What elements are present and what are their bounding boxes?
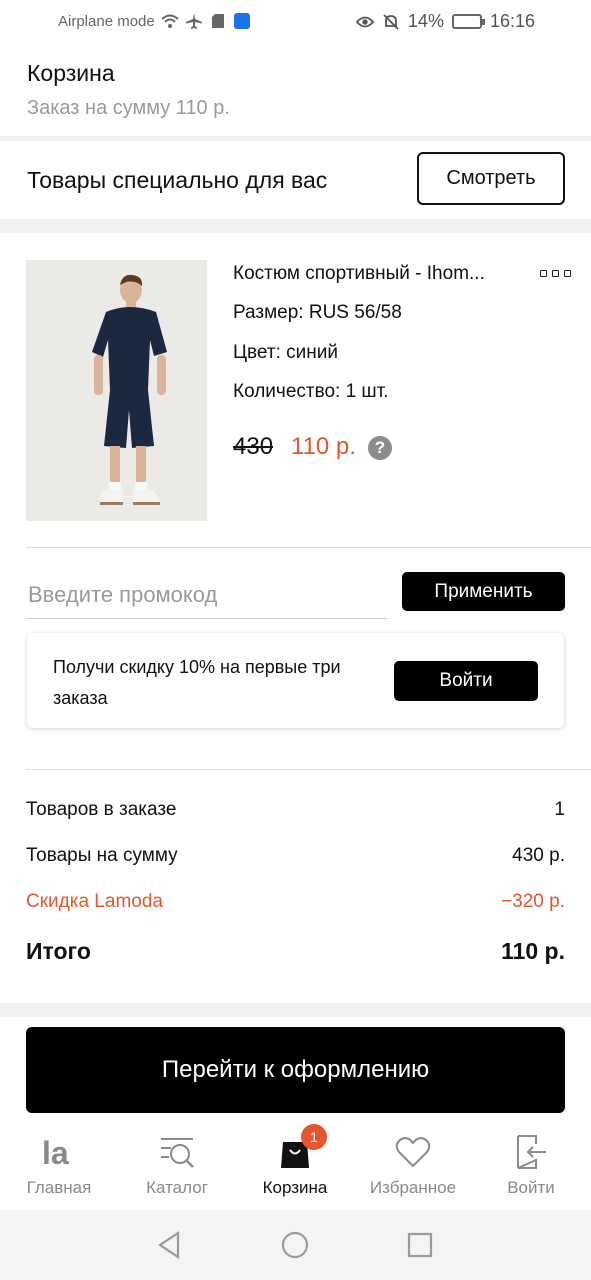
summary-discount-value: −320 р. (501, 891, 565, 912)
back-icon[interactable] (154, 1230, 184, 1260)
nav-item-home[interactable]: la Главная (0, 1130, 118, 1198)
page-title: Корзина (27, 60, 115, 86)
nav-label-login: Войти (507, 1178, 555, 1197)
product-image[interactable] (26, 260, 207, 521)
heart-icon (354, 1130, 472, 1174)
nav-item-cart[interactable]: 1 Корзина (236, 1124, 354, 1198)
summary-sum-value: 430 р. (512, 845, 565, 866)
divider (26, 769, 591, 770)
sim-card-icon (209, 12, 227, 30)
product-color: Цвет: синий (233, 342, 338, 363)
nav-item-catalog[interactable]: Каталог (118, 1130, 236, 1198)
catalog-icon (118, 1130, 236, 1174)
view-recommendations-button[interactable]: Смотреть (417, 152, 565, 205)
discount-card: Получи скидку 10% на первые три заказа В… (27, 633, 564, 728)
home-icon[interactable] (280, 1230, 310, 1260)
promo-code-input[interactable] (26, 571, 388, 619)
vpn-shield-icon (233, 12, 251, 30)
summary-total-value: 110 р. (501, 938, 565, 964)
nav-label-catalog: Каталог (146, 1178, 208, 1197)
battery-icon (451, 14, 485, 29)
lamoda-logo-icon: la (0, 1130, 118, 1174)
product-name[interactable]: Костюм спортивный - Ihom... (233, 263, 485, 285)
divider (26, 547, 591, 548)
recents-icon[interactable] (405, 1230, 435, 1260)
nav-item-login[interactable]: Войти (472, 1130, 590, 1198)
summary-sum-label: Товары на сумму (26, 845, 178, 866)
recommendations-banner: Товары специально для вас Смотреть (0, 141, 591, 219)
login-button[interactable]: Войти (394, 661, 538, 701)
summary-total-label: Итого (26, 938, 91, 964)
product-size: Размер: RUS 56/58 (233, 302, 402, 323)
wifi-icon (161, 12, 179, 30)
product-more-options-icon[interactable] (540, 270, 571, 277)
summary-items-value: 1 (554, 799, 565, 820)
status-bar: Airplane mode 14% 16:16 (0, 0, 591, 46)
login-icon (472, 1130, 590, 1174)
nav-label-home: Главная (26, 1178, 92, 1197)
summary-items-label: Товаров в заказе (26, 799, 177, 820)
svg-text:la: la (42, 1135, 69, 1170)
recommendations-text: Товары специально для вас (27, 167, 328, 193)
price-help-icon[interactable]: ? (368, 436, 392, 460)
divider (0, 219, 591, 233)
airplane-mode-label: Airplane mode (58, 12, 155, 30)
status-right: 14% 16:16 (355, 11, 535, 32)
product-quantity: Количество: 1 шт. (233, 381, 389, 402)
nav-item-favorites[interactable]: Избранное (354, 1130, 472, 1198)
battery-percent: 14% (407, 11, 444, 31)
cart-badge: 1 (301, 1124, 327, 1150)
divider (0, 1003, 591, 1017)
new-price: 110 р. (291, 433, 356, 460)
clock-time: 16:16 (489, 11, 535, 31)
eye-icon (355, 13, 374, 31)
system-navigation-bar (0, 1210, 591, 1280)
checkout-button[interactable]: Перейти к оформлению (26, 1027, 565, 1113)
status-left: Airplane mode (58, 12, 251, 30)
summary-discount-label: Скидка Lamoda (26, 891, 163, 912)
old-price: 430 (233, 433, 274, 460)
cart-bag-icon: 1 (236, 1124, 354, 1174)
nav-label-favorites: Избранное (369, 1178, 457, 1197)
order-sum-subtitle: Заказ на сумму 110 р. (27, 97, 230, 119)
bottom-navigation: la Главная Каталог 1 Корзина Избранное В… (0, 1120, 591, 1210)
cart-header: Корзина Заказ на сумму 110 р. (0, 46, 591, 136)
apply-promo-button[interactable]: Применить (402, 572, 565, 611)
mute-bell-icon (382, 13, 400, 31)
nav-label-cart: Корзина (262, 1178, 328, 1197)
discount-text: Получи скидку 10% на первые три заказа (53, 657, 341, 708)
airplane-icon (185, 12, 203, 30)
